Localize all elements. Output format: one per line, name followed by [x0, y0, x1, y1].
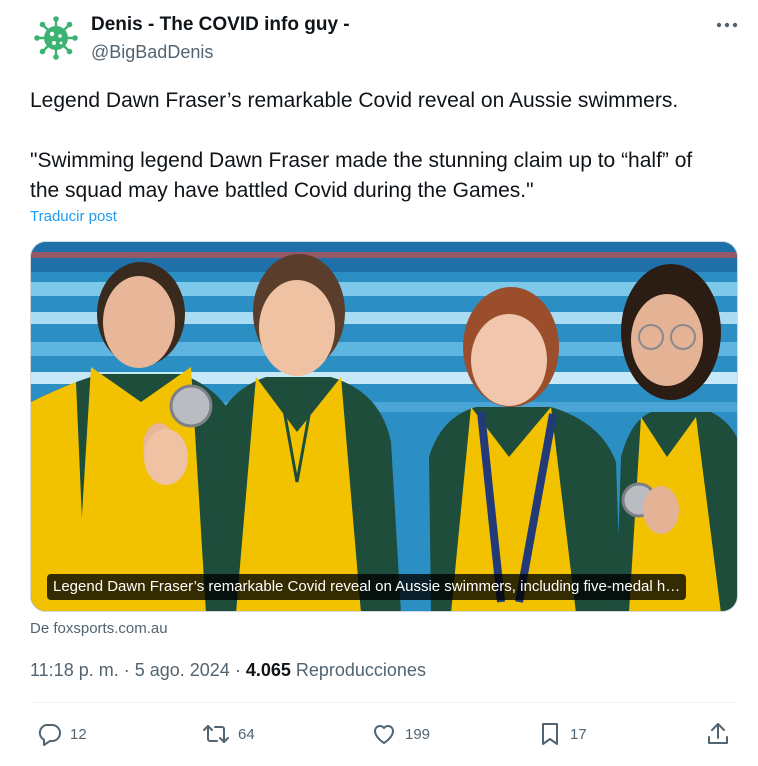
tweet-text: Legend Dawn Fraser’s remarkable Covid re… — [30, 86, 730, 206]
author-handle[interactable]: @BigBadDenis — [91, 42, 213, 63]
reply-count: 12 — [70, 725, 87, 743]
bookmark-icon — [542, 723, 558, 745]
reply-icon — [38, 724, 61, 746]
share-icon — [708, 723, 728, 744]
link-card-caption: Legend Dawn Fraser’s remarkable Covid re… — [47, 574, 687, 600]
more-options-button[interactable] — [712, 12, 742, 38]
views-count: 4.065 — [245, 660, 291, 680]
repost-count: 64 — [238, 725, 255, 743]
tweet-card: Denis - The COVID info guy - @BigBadDeni… — [0, 0, 758, 766]
repost-button[interactable]: 64 — [202, 719, 255, 749]
views-label: Reproducciones — [290, 660, 426, 680]
meta-separator: · — [229, 660, 246, 680]
tweet-date[interactable]: 5 ago. 2024 — [135, 660, 230, 680]
swimmers-photo — [31, 242, 737, 611]
repost-icon — [203, 725, 229, 743]
heart-icon — [374, 725, 394, 744]
divider — [30, 702, 738, 703]
link-card-source[interactable]: De foxsports.com.au — [30, 620, 168, 637]
tweet-text-line: Legend Dawn Fraser’s remarkable Covid re… — [30, 89, 679, 112]
share-button[interactable] — [706, 719, 730, 749]
more-icon — [716, 22, 738, 28]
link-card-image[interactable]: Legend Dawn Fraser’s remarkable Covid re… — [30, 241, 738, 612]
reply-button[interactable]: 12 — [36, 719, 87, 749]
bookmark-button[interactable]: 17 — [538, 719, 587, 749]
author-name[interactable]: Denis - The COVID info guy - — [91, 14, 350, 36]
tweet-time[interactable]: 11:18 p. m. — [30, 660, 119, 680]
bookmark-count: 17 — [570, 725, 587, 743]
translate-link[interactable]: Traducir post — [30, 208, 117, 225]
meta-separator: · — [118, 660, 135, 680]
virus-icon — [34, 16, 78, 60]
tweet-metadata: 11:18 p. m. · 5 ago. 2024 · 4.065 Reprod… — [30, 660, 426, 681]
tweet-text-line: the squad may have battled Covid during … — [30, 179, 534, 202]
like-button[interactable]: 199 — [371, 719, 430, 749]
like-count: 199 — [405, 725, 431, 743]
avatar[interactable] — [34, 16, 78, 60]
tweet-text-line: "Swimming legend Dawn Fraser made the st… — [30, 149, 693, 172]
